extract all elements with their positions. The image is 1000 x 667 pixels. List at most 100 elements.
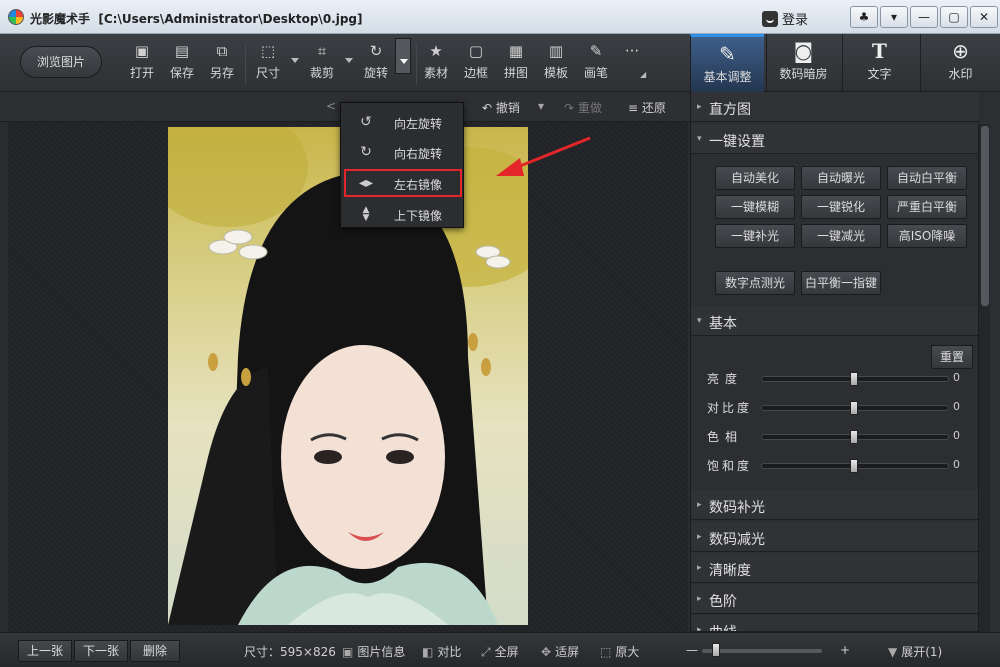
tab-digital-darkroom[interactable]: ◙ 数码暗房: [766, 34, 840, 92]
fit-icon: ✥: [541, 645, 552, 659]
brightness-slider[interactable]: [761, 372, 949, 386]
flip-vertical-icon: ▲ ▼: [362, 205, 370, 223]
hue-label: 色相: [707, 430, 744, 444]
collapse-arrow-icon: ▾: [697, 134, 702, 144]
section-digital-fill-light[interactable]: ▸ 数码补光: [691, 490, 979, 520]
tab-watermark[interactable]: ⊕ 水印: [920, 34, 1000, 92]
flip-horizontal-item[interactable]: ◂▸ 左右镜像: [344, 169, 462, 197]
browse-images-button[interactable]: 浏览图片: [20, 46, 102, 78]
expand-arrow-icon: ▸: [697, 500, 702, 510]
zoom-in-button[interactable]: +: [840, 643, 850, 657]
tab-basic-adjust[interactable]: ✎ 基本调整: [690, 34, 764, 92]
undo-icon: ↶: [482, 101, 493, 115]
fit-screen-button[interactable]: ✥ 适屏: [541, 643, 579, 660]
collage-button[interactable]: ▦ 拼图: [496, 42, 536, 86]
reset-button[interactable]: 重置: [931, 345, 973, 369]
toolbar-expand-icon[interactable]: ◢: [640, 70, 646, 79]
image-size-text: 尺寸：595×826: [244, 645, 336, 659]
flip-vertical-item[interactable]: ▲ ▼ 上下镜像: [344, 200, 462, 228]
scrollbar-thumb[interactable]: [981, 126, 989, 306]
section-levels[interactable]: ▸ 色阶: [691, 584, 979, 614]
hue-value: 0: [953, 429, 960, 442]
slider-thumb[interactable]: [850, 401, 858, 415]
rotate-right-item[interactable]: ↻ 向右旋转: [344, 138, 462, 166]
fullscreen-button[interactable]: ⤢ 全屏: [481, 643, 519, 660]
original-size-button[interactable]: ⬚ 原大: [600, 643, 639, 660]
zoom-out-button[interactable]: —: [686, 643, 698, 657]
saturation-label: 饱和度: [707, 459, 753, 473]
white-balance-picker-button[interactable]: 白平衡一指键: [801, 271, 881, 295]
delete-button[interactable]: 删除: [130, 640, 180, 662]
auto-white-balance-button[interactable]: 自动白平衡: [887, 166, 967, 190]
frame-button[interactable]: ▢ 边框: [456, 42, 496, 86]
minimize-button[interactable]: —: [910, 6, 938, 28]
save-button[interactable]: ▤ 保存: [162, 42, 202, 86]
section-basic[interactable]: ▾ 基本: [691, 306, 979, 336]
next-image-button[interactable]: 下一张: [74, 640, 128, 662]
material-button[interactable]: ★ 素材: [416, 42, 456, 86]
section-clarity[interactable]: ▸ 清晰度: [691, 553, 979, 583]
undo-button[interactable]: ↶ 撤销: [482, 99, 520, 116]
expand-filmstrip-button[interactable]: ▼ 展开(1): [888, 643, 942, 660]
rotate-dropdown-button[interactable]: [395, 38, 411, 74]
close-button[interactable]: ✕: [970, 6, 998, 28]
resize-dropdown-icon[interactable]: [291, 58, 299, 63]
more-tools-button[interactable]: ···: [612, 42, 652, 86]
crop-icon: ⌗: [317, 42, 327, 60]
login-button[interactable]: 登录: [762, 9, 808, 28]
menu-button[interactable]: ▾: [880, 6, 908, 28]
digital-spot-metering-button[interactable]: 数字点测光: [715, 271, 795, 295]
maximize-button[interactable]: ▢: [940, 6, 968, 28]
share-icon[interactable]: <: [326, 99, 336, 113]
rotate-menu: ↺ 向左旋转 ↻ 向右旋转 ◂▸ 左右镜像 ▲ ▼ 上下镜像: [340, 102, 464, 228]
zoom-slider-thumb[interactable]: [712, 643, 720, 657]
one-click-fill-light-button[interactable]: 一键补光: [715, 224, 795, 248]
resize-button[interactable]: ⬚ 尺寸: [248, 42, 288, 86]
crop-button[interactable]: ⌗ 裁剪: [302, 42, 342, 86]
slider-thumb[interactable]: [850, 372, 858, 386]
section-digital-reduce-light[interactable]: ▸ 数码减光: [691, 522, 979, 552]
section-curves[interactable]: ▸ 曲线: [691, 615, 979, 632]
auto-beautify-button[interactable]: 自动美化: [715, 166, 795, 190]
save-as-icon: ⧉: [216, 42, 228, 60]
contrast-slider[interactable]: [761, 401, 949, 415]
template-icon: ▥: [548, 42, 564, 60]
window-title: 光影魔术手 [C:\Users\Administrator\Desktop\0.…: [30, 12, 363, 26]
slider-thumb[interactable]: [850, 430, 858, 444]
severe-white-balance-button[interactable]: 严重白平衡: [887, 195, 967, 219]
rotate-left-item[interactable]: ↺ 向左旋转: [344, 108, 462, 136]
section-histogram[interactable]: ▸ 直方图: [691, 92, 979, 122]
crop-dropdown-icon[interactable]: [345, 58, 353, 63]
saturation-slider[interactable]: [761, 459, 949, 473]
panel-scrollbar[interactable]: [978, 124, 990, 632]
compare-button[interactable]: ◧ 对比: [422, 643, 461, 660]
save-as-button[interactable]: ⧉ 另存: [202, 42, 242, 86]
auto-exposure-button[interactable]: 自动曝光: [801, 166, 881, 190]
high-iso-denoise-button[interactable]: 高ISO降噪: [887, 224, 967, 248]
open-button[interactable]: ▣ 打开: [122, 42, 162, 86]
restore-icon: ≡: [628, 101, 639, 115]
adjust-icon: ✎: [719, 42, 736, 66]
restore-button[interactable]: ≡ 还原: [628, 99, 666, 116]
zoom-slider[interactable]: [702, 649, 822, 653]
slider-thumb[interactable]: [850, 459, 858, 473]
rotate-left-icon: ↺: [360, 114, 372, 130]
skin-button[interactable]: ♣: [850, 6, 878, 28]
redo-button[interactable]: ↷ 重做: [564, 99, 602, 116]
tab-text[interactable]: T 文字: [842, 34, 916, 92]
image-info-button[interactable]: ▣ 图片信息: [342, 643, 405, 660]
one-click-sharpen-button[interactable]: 一键锐化: [801, 195, 881, 219]
one-click-reduce-light-button[interactable]: 一键减光: [801, 224, 881, 248]
adjust-panel: ▸ 直方图 ▾ 一键设置 自动美化 自动曝光 自动白平衡 一键模糊 一键锐化 严…: [690, 92, 1000, 632]
template-button[interactable]: ▥ 模板: [536, 42, 576, 86]
prev-image-button[interactable]: 上一张: [18, 640, 72, 662]
hue-slider[interactable]: [761, 430, 949, 444]
text-icon: T: [872, 39, 887, 63]
brush-button[interactable]: ✎ 画笔: [576, 42, 616, 86]
section-one-click[interactable]: ▾ 一键设置: [691, 124, 979, 154]
rotate-button[interactable]: ↻ 旋转: [356, 42, 396, 86]
frame-icon: ▢: [468, 42, 484, 60]
one-click-blur-button[interactable]: 一键模糊: [715, 195, 795, 219]
undo-dropdown-icon[interactable]: ▾: [538, 99, 544, 113]
save-icon: ▤: [174, 42, 190, 60]
